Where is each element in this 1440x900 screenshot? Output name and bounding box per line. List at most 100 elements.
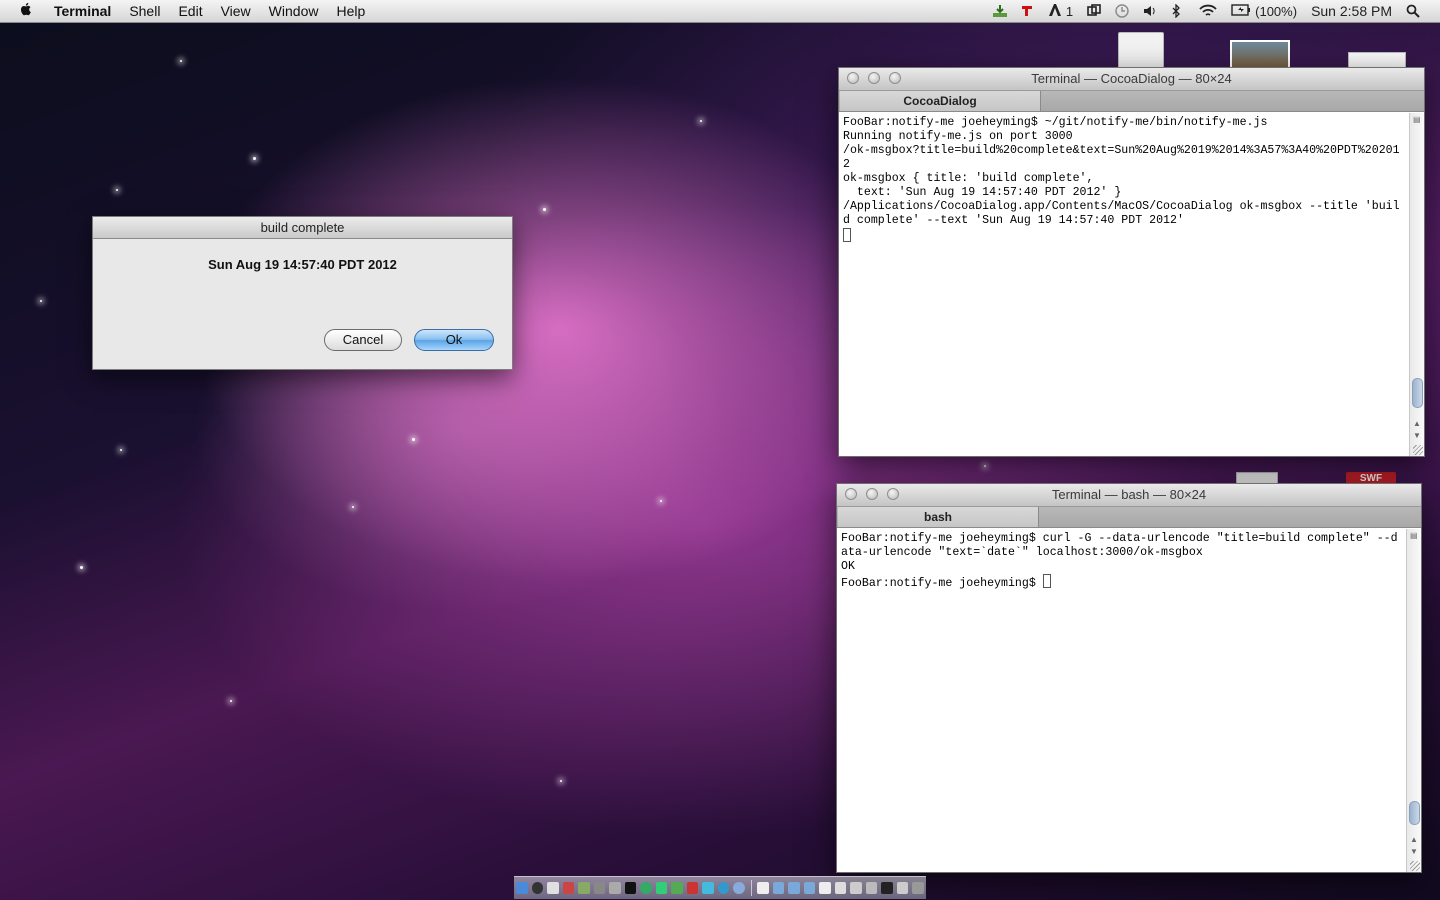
utility-icon[interactable] [686,882,699,894]
chat-icon[interactable] [671,882,683,894]
apple-menu-icon[interactable] [18,1,38,22]
vertical-scrollbar[interactable]: ▤ ▲ ▼ [1406,529,1421,872]
dock-divider [750,880,752,896]
adobe-icon[interactable] [1020,4,1034,18]
bluetooth-icon[interactable] [1171,3,1185,19]
menu-extras: 1 (100%) Sun 2:58 PM [992,0,1440,22]
ical-icon[interactable] [547,882,559,894]
tools-icon[interactable] [609,882,621,894]
folder-icon[interactable] [772,882,785,894]
zoom-button[interactable] [889,72,901,84]
terminal-line: text: 'Sun Aug 19 14:57:40 PDT 2012' } [843,186,1122,199]
menu-window[interactable]: Window [269,3,319,19]
scroll-down-arrow-icon[interactable]: ▼ [1410,847,1418,856]
menu-bar: Terminal Shell Edit View Window Help 1 (… [0,0,1440,23]
terminal-line: /ok-msgbox?title=build%20complete&text=S… [843,144,1400,157]
star [230,700,232,702]
notification-icon[interactable] [1048,3,1062,20]
scroll-split-icon[interactable]: ▤ [1413,115,1421,124]
network-icon[interactable] [655,882,668,894]
menu-edit[interactable]: Edit [178,3,202,19]
download-icon[interactable] [992,4,1007,18]
terminal-line: ata-urlencode "text=`date`" localhost:30… [841,546,1203,559]
system-preferences-icon[interactable] [593,882,606,894]
tab-bash[interactable]: bash [838,507,1039,527]
cancel-button[interactable]: Cancel [324,329,402,351]
menu-app-name[interactable]: Terminal [54,3,111,19]
zoom-button[interactable] [887,488,899,500]
terminal-icon[interactable] [624,882,637,894]
scroll-down-arrow-icon[interactable]: ▼ [1413,431,1421,440]
scroll-up-arrow-icon[interactable]: ▲ [1413,419,1421,428]
scroll-split-icon[interactable]: ▤ [1410,531,1418,540]
window-titlebar[interactable]: Terminal — CocoaDialog — 80×24 [839,68,1424,91]
window-titlebar[interactable]: Terminal — bash — 80×24 [837,484,1421,507]
text-cursor [843,228,851,242]
terminal-output[interactable]: FooBar:notify-me joeheyming$ curl -G --d… [841,532,1405,591]
star [560,780,562,782]
safari-icon[interactable] [717,882,730,894]
globe-icon[interactable] [640,882,652,894]
terminal-line: FooBar:notify-me joeheyming$ curl -G --d… [841,532,1398,545]
dialog-message: Sun Aug 19 14:57:40 PDT 2012 [208,257,397,272]
sync-icon[interactable] [1087,4,1101,18]
mail-icon[interactable] [562,882,575,894]
terminal-line: OK [841,560,855,573]
clock[interactable]: Sun 2:58 PM [1311,3,1392,19]
star [180,60,182,62]
star [984,465,986,467]
star [660,500,662,502]
document-icon[interactable] [1118,32,1164,70]
document-icon[interactable] [819,882,831,894]
terminal-window-cocoadialog: Terminal — CocoaDialog — 80×24 CocoaDial… [838,67,1425,457]
compass-icon[interactable] [733,882,745,894]
tab-cocoadialog[interactable]: CocoaDialog [840,91,1041,111]
document-icon[interactable] [834,882,847,894]
resize-grip-icon[interactable] [1410,861,1420,871]
battery-icon[interactable] [1231,3,1251,19]
battery-percent: (100%) [1255,3,1298,19]
terminal-thumbnail-icon[interactable] [881,882,893,894]
terminal-line: 2 [843,158,850,171]
finder-icon[interactable] [516,882,528,894]
window-title: Terminal — CocoaDialog — 80×24 [1031,71,1232,86]
minimize-button[interactable] [866,488,878,500]
dashboard-icon[interactable] [531,882,544,894]
wifi-icon[interactable] [1199,4,1217,18]
vertical-scrollbar[interactable]: ▤ ▲ ▼ [1409,113,1424,456]
star [700,120,702,122]
notification-count: 1 [1065,3,1074,19]
dialog-title[interactable]: build complete [93,217,512,239]
folder-icon[interactable] [803,882,816,894]
tab-bar: bash [837,507,1421,528]
terminal-line: /Applications/CocoaDialog.app/Contents/M… [843,200,1400,213]
volume-icon[interactable] [1143,4,1157,18]
document-icon[interactable] [757,882,769,894]
folder-icon[interactable] [788,882,800,894]
scroll-thumb[interactable] [1409,801,1420,825]
menu-shell[interactable]: Shell [129,3,160,19]
close-button[interactable] [845,488,857,500]
scroll-thumb[interactable] [1412,378,1423,408]
terminal-output[interactable]: FooBar:notify-me joeheyming$ ~/git/notif… [843,116,1408,245]
menu-view[interactable]: View [221,3,251,19]
dock [514,876,926,899]
window-thumbnail-icon[interactable] [896,882,909,894]
address-book-icon[interactable] [578,882,590,894]
trash-icon[interactable] [912,882,924,894]
terminal-line: d complete' --text 'Sun Aug 19 14:57:40 … [843,214,1184,227]
window-thumbnail-icon[interactable] [865,882,878,894]
window-thumbnail-icon[interactable] [850,882,862,894]
resize-grip-icon[interactable] [1413,445,1423,455]
menu-help[interactable]: Help [336,3,365,19]
spotlight-search-icon[interactable] [1406,4,1420,18]
minimize-button[interactable] [868,72,880,84]
star [352,506,354,508]
terminal-line: FooBar:notify-me joeheyming$ ~/git/notif… [843,116,1268,129]
star [116,189,118,191]
app-icon[interactable] [702,882,714,894]
close-button[interactable] [847,72,859,84]
time-machine-icon[interactable] [1115,4,1129,18]
scroll-up-arrow-icon[interactable]: ▲ [1410,835,1418,844]
ok-button[interactable]: Ok [414,329,494,351]
